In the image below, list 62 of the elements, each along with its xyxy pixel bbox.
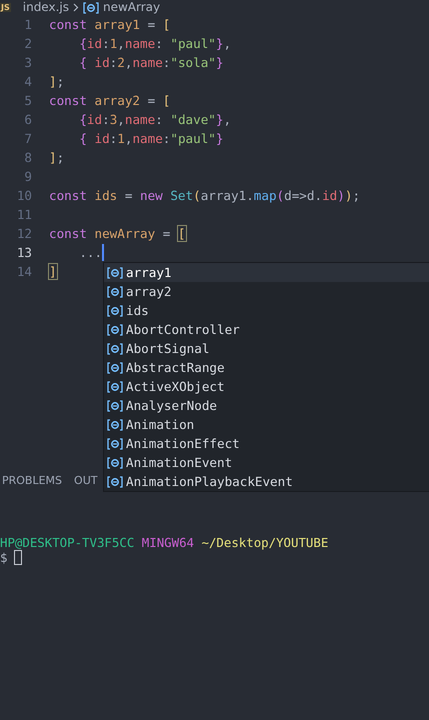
suggestion-item[interactable]: ids xyxy=(104,301,429,320)
breadcrumb-symbol[interactable]: newArray xyxy=(102,0,160,15)
line-number: 10 xyxy=(16,188,33,203)
suggestion-item[interactable]: AnimationEvent xyxy=(104,453,429,472)
code-line: ... xyxy=(78,243,104,262)
code-line: const newArray = [ xyxy=(49,225,186,243)
variable-icon xyxy=(107,456,123,468)
variable-icon xyxy=(107,362,123,374)
panel-tab[interactable]: PROBLEMS xyxy=(2,474,62,486)
prompt-text: HP@DESKTOP-TV3F5CC xyxy=(0,535,134,550)
line-number: 2 xyxy=(23,36,33,51)
code-line: { id:2,name:"sola"} xyxy=(78,54,224,72)
variable-icon xyxy=(107,342,123,354)
line-number: 7 xyxy=(23,131,33,146)
breadcrumb-file[interactable]: index.js xyxy=(22,0,69,15)
suggestion-item[interactable]: array2 xyxy=(104,282,429,301)
variable-icon xyxy=(107,380,123,392)
suggestion-item[interactable]: Animation xyxy=(104,415,429,434)
code-line: { id:1,name:"paul"} xyxy=(78,130,224,148)
code-line: {id:3,name: "dave"}, xyxy=(78,111,232,129)
suggestion-item[interactable]: AbortController xyxy=(104,320,429,339)
code-line: ] xyxy=(49,263,57,281)
line-number: 11 xyxy=(16,207,33,222)
variable-icon xyxy=(107,286,123,298)
line-number: 8 xyxy=(23,150,33,165)
suggestion-item[interactable]: ActiveXObject xyxy=(104,377,429,396)
variable-icon xyxy=(107,438,123,450)
line-number: 4 xyxy=(23,74,33,89)
line-number: 3 xyxy=(23,55,33,70)
variable-icon xyxy=(82,2,99,14)
variable-icon xyxy=(107,266,123,278)
code-line: ]; xyxy=(49,73,64,91)
suggestion-item[interactable]: AnimationEffect xyxy=(104,434,429,453)
prompt-text: ~/Desktop/YOUTUBE xyxy=(202,535,328,550)
suggestion-item[interactable]: AbortSignal xyxy=(104,339,429,358)
line-number: 6 xyxy=(23,112,33,127)
code-line: {id:1,name: "paul"}, xyxy=(78,35,232,53)
variable-icon xyxy=(107,476,123,488)
variable-icon xyxy=(107,418,123,430)
prompt-symbol: $ xyxy=(0,550,8,565)
line-number: 13 xyxy=(16,245,33,260)
variable-icon xyxy=(107,304,123,316)
panel-tab[interactable]: OUT xyxy=(74,474,98,486)
suggestion-item[interactable]: AbstractRange xyxy=(104,358,429,377)
variable-icon xyxy=(107,324,123,336)
line-number: 5 xyxy=(23,93,33,108)
js-file-icon: JS xyxy=(0,3,11,12)
terminal-cursor xyxy=(14,550,22,565)
chevron-right-icon xyxy=(72,3,79,12)
code-line: const ids = new Set(array1.map(d=>d.id)); xyxy=(49,187,360,205)
prompt-text: MINGW64 xyxy=(142,535,194,550)
variable-icon xyxy=(107,400,123,412)
code-line: const array2 = [ xyxy=(49,92,170,110)
suggestion-item[interactable]: AnimationPlaybackEvent xyxy=(104,472,429,491)
line-number: 1 xyxy=(23,17,33,32)
line-number: 9 xyxy=(23,169,33,184)
suggestion-item[interactable]: array1 xyxy=(104,263,429,282)
code-line: ]; xyxy=(49,149,64,167)
suggestion-item[interactable]: AnalyserNode xyxy=(104,396,429,415)
line-number: 14 xyxy=(16,264,33,279)
line-number: 12 xyxy=(16,226,33,241)
code-line: const array1 = [ xyxy=(49,16,170,34)
